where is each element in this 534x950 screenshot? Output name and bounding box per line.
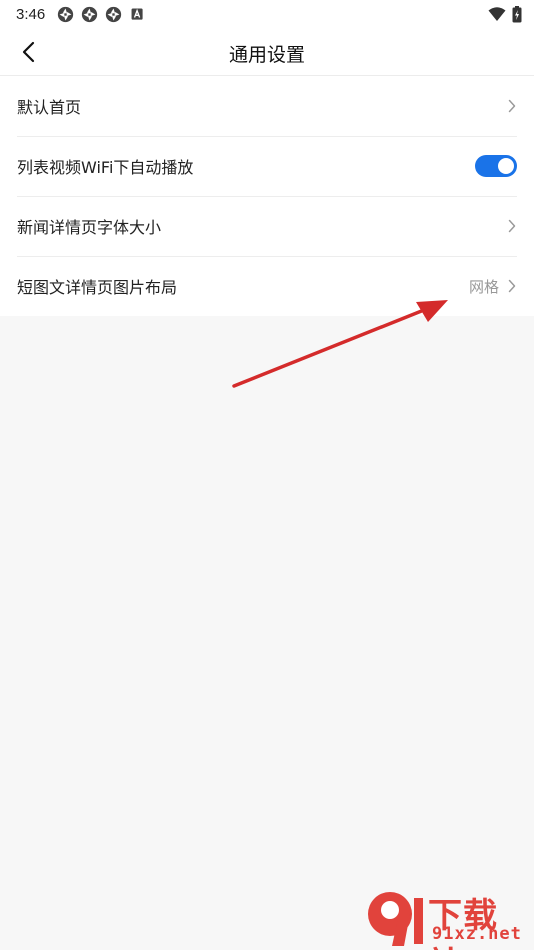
top-app-bar: 通用设置 <box>0 28 534 76</box>
chevron-right-icon <box>508 99 516 113</box>
toggle-knob <box>498 158 514 174</box>
setting-label: 短图文详情页图片布局 <box>17 278 178 297</box>
a-badge-icon <box>131 8 143 20</box>
page-title: 通用设置 <box>228 44 305 66</box>
watermark: 下载站 91xz.net <box>362 888 532 950</box>
chevron-right-icon <box>508 219 516 233</box>
pinwheel-icon <box>58 6 74 22</box>
status-bar: 3:46 <box>0 0 534 28</box>
setting-news-font-size[interactable]: 新闻详情页字体大小 <box>0 196 534 256</box>
pinwheel-icon <box>82 6 98 22</box>
watermark-logo <box>368 892 423 946</box>
setting-wifi-autoplay: 列表视频WiFi下自动播放 <box>0 136 534 196</box>
annotation-arrow <box>232 300 448 388</box>
setting-value: 网格 <box>468 277 499 296</box>
watermark-domain: 91xz.net <box>432 924 522 944</box>
setting-default-homepage[interactable]: 默认首页 <box>0 76 534 136</box>
wifi-icon <box>488 6 506 21</box>
battery-charging-icon <box>512 5 522 22</box>
notification-icons <box>57 6 146 23</box>
setting-label: 默认首页 <box>17 98 82 117</box>
wifi-autoplay-toggle[interactable] <box>475 155 517 177</box>
settings-list: 默认首页 列表视频WiFi下自动播放 新闻详情页字体大小 短图文详情页图片布局 … <box>0 76 534 316</box>
status-time: 3:46 <box>16 5 46 23</box>
setting-label: 列表视频WiFi下自动播放 <box>17 158 194 177</box>
setting-label: 新闻详情页字体大小 <box>17 218 162 237</box>
pinwheel-icon <box>106 6 122 22</box>
chevron-right-icon <box>508 279 516 293</box>
status-right-icons <box>488 5 522 23</box>
